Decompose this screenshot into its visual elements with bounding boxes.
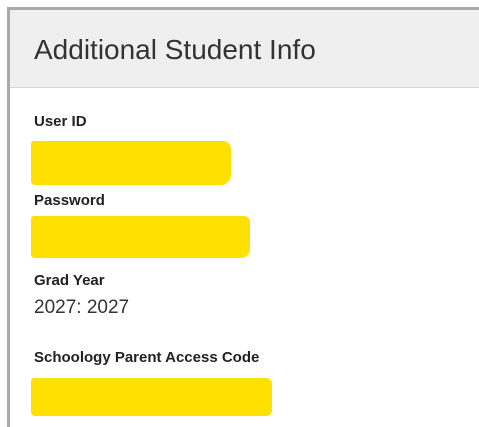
- field-value-grad-year: 2027: 2027: [34, 297, 130, 318]
- field-label-grad-year: Grad Year: [34, 272, 105, 289]
- field-label-password: Password: [34, 192, 105, 209]
- redacted-user-id-value: [31, 141, 231, 185]
- field-label-parent-access-code: Schoology Parent Access Code: [34, 349, 260, 366]
- field-label-user-id: User ID: [34, 113, 87, 130]
- panel-header: Additional Student Info: [10, 10, 479, 88]
- panel-title: Additional Student Info: [34, 34, 316, 65]
- redacted-password-value: [31, 216, 250, 258]
- student-info-panel: Additional Student Info User ID Password…: [0, 0, 479, 427]
- redacted-parent-access-code-value: [31, 378, 272, 416]
